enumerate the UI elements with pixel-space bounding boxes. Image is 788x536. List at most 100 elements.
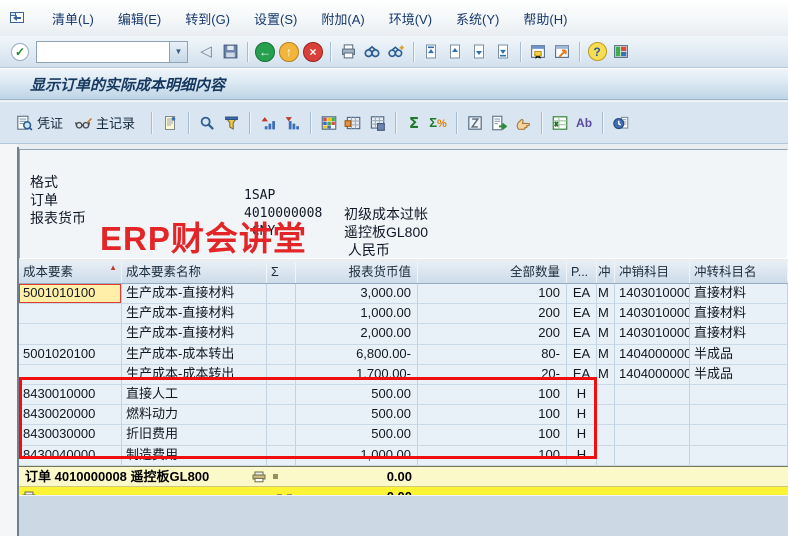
table-row[interactable]: 生产成本-直接材料 2,000.00 200 EA M 1403010000 直…: [19, 324, 788, 344]
scroll-back-button[interactable]: ◁: [195, 41, 217, 63]
cell-account-name[interactable]: [690, 425, 788, 444]
send-button[interactable]: [513, 113, 533, 133]
cell-account-name[interactable]: 直接材料: [690, 284, 788, 303]
cell-cost-element[interactable]: 8430030000: [19, 425, 122, 444]
menu-item-edit[interactable]: 编辑(E): [106, 5, 173, 32]
order-total-row[interactable]: 订单 4010000008 遥控板GL800 0.00: [19, 466, 788, 486]
cell-pi[interactable]: M: [597, 345, 615, 364]
cell-sigma[interactable]: [267, 284, 296, 303]
cell-name[interactable]: 生产成本-直接材料: [122, 284, 267, 303]
system-menu-icon[interactable]: [8, 10, 26, 26]
cell-qty[interactable]: 100: [418, 284, 567, 303]
first-page-button[interactable]: [420, 41, 442, 63]
cell-cost-element[interactable]: 5001020100: [19, 345, 122, 364]
cell-account-name[interactable]: 直接材料: [690, 324, 788, 343]
column-header-offset-account[interactable]: 冲销科目: [615, 262, 690, 283]
cell-qty[interactable]: 200: [418, 304, 567, 323]
cell-pi[interactable]: [597, 425, 615, 444]
cell-value[interactable]: 500.00: [296, 385, 418, 404]
grid-variant-button[interactable]: [343, 113, 363, 133]
customize-layout-button[interactable]: [610, 41, 632, 63]
menu-item-system[interactable]: 系统(Y): [444, 5, 511, 32]
last-page-button[interactable]: [492, 41, 514, 63]
cell-value[interactable]: 1,700.00-: [296, 365, 418, 384]
cell-name[interactable]: 生产成本-直接材料: [122, 304, 267, 323]
cell-qty[interactable]: 20-: [418, 365, 567, 384]
column-header-offset-truncated[interactable]: 冲: [597, 262, 615, 283]
cell-sigma[interactable]: [267, 324, 296, 343]
sort-descending-button[interactable]: [282, 113, 302, 133]
cell-account[interactable]: [615, 446, 690, 465]
find-next-button[interactable]: [385, 41, 407, 63]
help-button[interactable]: ?: [586, 41, 608, 63]
cell-pi[interactable]: [597, 446, 615, 465]
cell-qty[interactable]: 100: [418, 425, 567, 444]
cell-account[interactable]: [615, 405, 690, 424]
cell-qty[interactable]: 200: [418, 324, 567, 343]
cell-qty[interactable]: 100: [418, 385, 567, 404]
cell-account-name[interactable]: [690, 446, 788, 465]
cell-name[interactable]: 直接人工: [122, 385, 267, 404]
cell-account[interactable]: [615, 425, 690, 444]
cell-name[interactable]: 生产成本-成本转出: [122, 365, 267, 384]
graphic-info-button[interactable]: [611, 113, 631, 133]
subtotal-printer-icon[interactable]: [252, 470, 266, 482]
cell-value[interactable]: 500.00: [296, 425, 418, 444]
column-header-offset-account-name[interactable]: 冲转科目名: [690, 262, 788, 283]
cell-value[interactable]: 500.00: [296, 405, 418, 424]
menu-item-environment[interactable]: 环境(V): [377, 5, 444, 32]
cell-pi[interactable]: M: [597, 304, 615, 323]
column-header-total-quantity[interactable]: 全部数量: [418, 262, 567, 283]
cell-cost-element[interactable]: [19, 304, 122, 323]
cell-name[interactable]: 燃料动力: [122, 405, 267, 424]
table-row[interactable]: 生产成本-成本转出 1,700.00- 20- EA M 1404000000 …: [19, 365, 788, 385]
print-button[interactable]: [337, 41, 359, 63]
cell-account[interactable]: 1403010000: [615, 324, 690, 343]
filter-button[interactable]: [221, 113, 241, 133]
command-dropdown-button[interactable]: ▼: [169, 42, 187, 62]
local-file-button[interactable]: [489, 113, 509, 133]
cell-account-name[interactable]: 半成品: [690, 345, 788, 364]
cell-name[interactable]: 生产成本-成本转出: [122, 345, 267, 364]
cell-pi[interactable]: [597, 385, 615, 404]
cell-account[interactable]: 1404000000: [615, 345, 690, 364]
cell-value[interactable]: 6,800.00-: [296, 345, 418, 364]
column-header-cost-element[interactable]: 成本要素 ▲: [19, 262, 122, 283]
cell-uom[interactable]: EA: [567, 324, 597, 343]
cell-sigma[interactable]: [267, 405, 296, 424]
table-row[interactable]: 8430030000 折旧费用 500.00 100 H: [19, 425, 788, 445]
command-field[interactable]: ▼: [36, 41, 188, 63]
table-row[interactable]: 8430020000 燃料动力 500.00 100 H: [19, 405, 788, 425]
column-header-report-currency-value[interactable]: 报表货币值: [296, 262, 418, 283]
generate-shortcut-button[interactable]: [551, 41, 573, 63]
total-button[interactable]: Σ: [404, 113, 424, 133]
cell-uom[interactable]: H: [567, 425, 597, 444]
cell-cost-element[interactable]: 8430020000: [19, 405, 122, 424]
table-row[interactable]: 5001010100 生产成本-直接材料 3,000.00 100 EA M 1…: [19, 284, 788, 304]
cell-uom[interactable]: EA: [567, 284, 597, 303]
cell-pi[interactable]: M: [597, 324, 615, 343]
word-processing-button[interactable]: [465, 113, 485, 133]
cell-uom[interactable]: H: [567, 405, 597, 424]
previous-page-button[interactable]: [444, 41, 466, 63]
menu-item-extras[interactable]: 附加(A): [309, 5, 376, 32]
cell-sigma[interactable]: [267, 345, 296, 364]
cell-account[interactable]: 1404000000: [615, 365, 690, 384]
cell-pi[interactable]: M: [597, 365, 615, 384]
sort-ascending-button[interactable]: [258, 113, 278, 133]
cell-name[interactable]: 制造费用: [122, 446, 267, 465]
column-header-p[interactable]: P...: [567, 262, 597, 283]
voucher-button[interactable]: 凭证: [14, 113, 63, 132]
cell-qty[interactable]: 80-: [418, 345, 567, 364]
cell-value[interactable]: 2,000.00: [296, 324, 418, 343]
selected-cost-element-cell[interactable]: 5001010100: [19, 284, 122, 303]
cell-value[interactable]: 1,000.00: [296, 446, 418, 465]
column-header-cost-element-name[interactable]: 成本要素名称: [122, 262, 267, 283]
cell-cost-element[interactable]: 8430010000: [19, 385, 122, 404]
cell-account-name[interactable]: [690, 405, 788, 424]
cancel-button[interactable]: ×: [302, 41, 324, 63]
cell-uom[interactable]: EA: [567, 304, 597, 323]
cell-pi[interactable]: [597, 405, 615, 424]
table-row[interactable]: 8430010000 直接人工 500.00 100 H: [19, 385, 788, 405]
back-button[interactable]: ←: [254, 41, 276, 63]
